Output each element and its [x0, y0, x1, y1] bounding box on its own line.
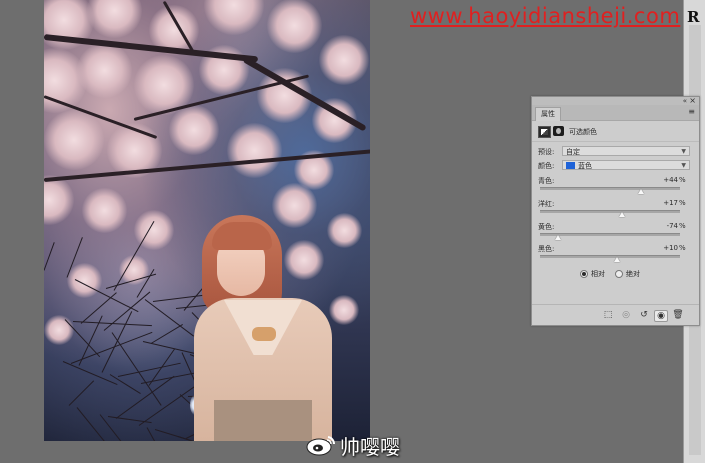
close-icon[interactable]: ×: [689, 96, 696, 105]
clip-to-layer-icon[interactable]: ⬚: [602, 310, 614, 320]
percent-unit: %: [679, 222, 686, 230]
slider-yellow: 黄色: -74 %: [538, 222, 691, 244]
weibo-watermark: 帅嘤嘤: [306, 432, 400, 459]
blossom-cluster: [86, 0, 142, 38]
preset-value: 自定: [566, 148, 580, 156]
twig: [150, 324, 183, 344]
percent-unit: %: [679, 176, 686, 184]
document-photo: [44, 0, 370, 441]
slider-thumb[interactable]: [555, 235, 562, 240]
slider-label: 青色:: [538, 177, 555, 185]
blossom-cluster: [44, 175, 74, 225]
properties-panel: « × 属性 ≡ 可选颜色 预设: 自定 ▼ 颜色: 蓝色 ▼ 青色: +44 …: [531, 96, 700, 326]
adjustment-title: 可选颜色: [569, 128, 597, 136]
slider-cyan: 青色: +44 %: [538, 176, 691, 198]
preset-dropdown[interactable]: 自定 ▼: [562, 146, 690, 156]
panel-menu-icon[interactable]: ≡: [688, 107, 695, 116]
blossom-cluster: [81, 187, 127, 233]
blossom-cluster: [326, 212, 362, 248]
twig: [44, 242, 55, 271]
weibo-username: 帅嘤嘤: [340, 434, 400, 459]
reset-icon[interactable]: ↺: [638, 310, 650, 320]
chevron-down-icon: ▼: [681, 162, 686, 169]
slider-value-field[interactable]: +10: [644, 244, 678, 252]
blossom-cluster: [169, 105, 219, 155]
blossom-cluster: [319, 35, 369, 85]
percent-unit: %: [679, 199, 686, 207]
slider-label: 黑色:: [538, 245, 555, 253]
layer-mask-icon[interactable]: [553, 126, 564, 136]
colors-row: 颜色: 蓝色 ▼: [538, 160, 691, 171]
twig: [62, 361, 118, 386]
radio-label: 相对: [591, 270, 605, 278]
girl-bangs: [212, 222, 272, 250]
slider-track[interactable]: [540, 210, 680, 213]
blossom-cluster: [76, 42, 132, 98]
slider-black: 黑色: +10 %: [538, 244, 691, 266]
blossom-cluster: [271, 182, 317, 228]
colors-dropdown[interactable]: 蓝色 ▼: [562, 160, 690, 170]
percent-unit: %: [679, 244, 686, 252]
method-radio-group: 相对 绝对: [580, 269, 640, 279]
chevron-down-icon: ▼: [681, 148, 686, 155]
blossom-cluster: [226, 122, 282, 178]
radio-label: 绝对: [626, 270, 640, 278]
colors-value: 蓝色: [578, 162, 592, 170]
twig: [76, 407, 118, 441]
radio-dot[interactable]: [615, 270, 623, 278]
panel-footer: ⬚ ◎ ↺ ◉ 🗑: [532, 304, 699, 325]
collapse-icon[interactable]: «: [683, 97, 687, 105]
trash-icon[interactable]: 🗑: [672, 310, 684, 320]
slider-track[interactable]: [540, 255, 680, 258]
slider-value-field[interactable]: +17: [644, 199, 678, 207]
blossom-cluster: [329, 295, 359, 325]
preset-row: 预设: 自定 ▼: [538, 146, 691, 157]
slider-value-field[interactable]: +44: [644, 176, 678, 184]
collar-bow: [252, 327, 276, 341]
slider-track[interactable]: [540, 187, 680, 190]
twig: [68, 380, 95, 406]
blossom-cluster: [266, 0, 322, 53]
corner-logo: R: [687, 8, 700, 26]
slider-label: 洋红:: [538, 200, 555, 208]
weibo-icon: [306, 436, 336, 456]
preset-label: 预设:: [538, 148, 555, 156]
radio-absolute[interactable]: 绝对: [615, 269, 640, 279]
radio-dot[interactable]: [580, 270, 588, 278]
visibility-eye-icon[interactable]: ◉: [654, 310, 668, 322]
blossom-cluster: [44, 110, 104, 170]
slider-thumb[interactable]: [618, 212, 625, 217]
blossom-cluster: [204, 0, 264, 35]
blossom-cluster: [66, 262, 102, 298]
slider-label: 黄色:: [538, 223, 555, 231]
girl-skirt: [214, 400, 312, 441]
radio-relative[interactable]: 相对: [580, 269, 605, 279]
twig: [117, 362, 181, 377]
color-swatch: [566, 162, 575, 169]
selective-color-icon[interactable]: [538, 126, 551, 138]
colors-label: 颜色:: [538, 162, 555, 170]
adjustment-header: 可选颜色: [532, 121, 699, 142]
slider-thumb[interactable]: [637, 189, 644, 194]
slider-value-field[interactable]: -74: [644, 222, 678, 230]
panel-tab-row: 属性 ≡: [532, 105, 699, 121]
slider-thumb[interactable]: [614, 257, 620, 262]
watermark-url: www.haoyidiansheji.com: [410, 4, 681, 28]
slider-magenta: 洋红: +17 %: [538, 199, 691, 221]
blossom-cluster: [284, 240, 324, 280]
view-previous-icon[interactable]: ◎: [620, 310, 632, 320]
blossom-cluster: [44, 315, 74, 345]
twig: [70, 331, 153, 364]
panel-titlebar[interactable]: « ×: [532, 96, 699, 105]
tab-properties[interactable]: 属性: [535, 107, 561, 121]
